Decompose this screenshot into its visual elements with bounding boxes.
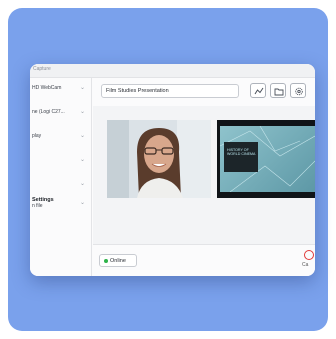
slide-title-box: HISTORY OF WORLD CINEMA [224,142,258,172]
chevron-down-icon: ⌄ [80,157,86,163]
footer-bar: Online Ca [93,244,315,276]
end-capture-button[interactable] [304,250,314,260]
title-bar: Capture [30,64,315,78]
main-area: HISTORY OF WORLD CINEMA Online Ca [93,78,315,276]
folder-button[interactable] [270,83,286,98]
end-capture-label: Ca [302,262,309,268]
window-title: Capture [33,66,51,72]
sidebar-item-label: ne (Logi C27... [32,109,65,115]
webcam-preview[interactable] [107,120,211,198]
slide-title: HISTORY OF WORLD CINEMA [227,148,256,157]
activity-chart-button[interactable] [250,83,266,98]
top-bar [93,78,315,104]
sidebar-item-label: HD WebCam [32,85,62,91]
sidebar: HD WebCam ⌄ ne (Logi C27... ⌄ play ⌄ ⌄ ⌄… [30,78,92,276]
chevron-down-icon: ⌄ [80,85,86,91]
status-label: Online [110,258,126,264]
settings-gear-icon [295,87,303,96]
sidebar-item-empty-1[interactable]: ⌄ [30,154,92,168]
sidebar-item-camera[interactable]: HD WebCam ⌄ [30,82,92,96]
sidebar-item-empty-2[interactable]: ⌄ [30,178,92,192]
folder-icon [274,88,284,96]
status-badge[interactable]: Online [99,254,137,267]
recording-name-input[interactable] [101,84,239,98]
webcam-person-image [107,120,211,198]
settings-button[interactable] [290,83,306,98]
settings-sub-label: n file [32,203,43,209]
sidebar-item-microphone[interactable]: ne (Logi C27... ⌄ [30,106,92,120]
sidebar-item-display[interactable]: play ⌄ [30,130,92,144]
sidebar-item-label: play [32,133,42,139]
app-window: Capture HD WebCam ⌄ ne (Logi C27... ⌄ pl… [30,64,315,276]
online-dot-icon [104,259,108,263]
chevron-down-icon: ⌄ [80,109,86,115]
slide-background: HISTORY OF WORLD CINEMA [220,126,315,192]
chevron-down-icon: ⌄ [80,133,86,139]
chevron-down-icon: ⌄ [80,181,86,187]
presentation-slide-preview[interactable]: HISTORY OF WORLD CINEMA [217,120,315,198]
activity-chart-icon [254,87,264,95]
chevron-down-icon: ⌄ [80,200,86,206]
sidebar-item-settings[interactable]: Settings n file ⌄ [30,194,92,216]
